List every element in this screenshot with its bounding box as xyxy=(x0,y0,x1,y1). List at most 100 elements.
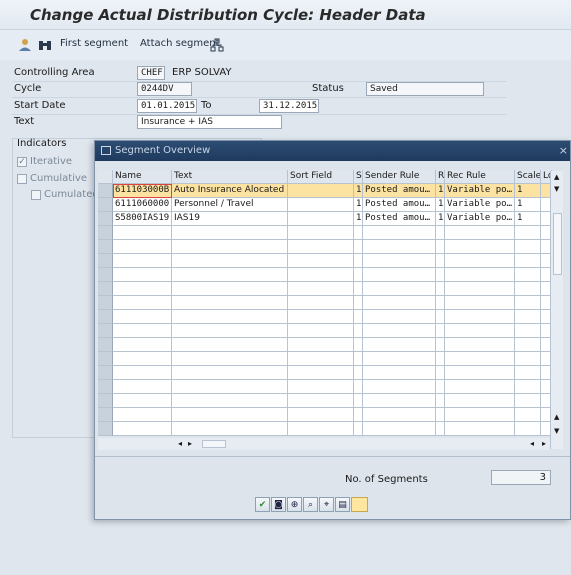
select-all-cell[interactable] xyxy=(98,170,113,184)
empty-cell[interactable] xyxy=(288,422,354,436)
text-field[interactable]: Insurance + IAS xyxy=(137,115,282,129)
name-cell[interactable]: 611103000B xyxy=(113,184,172,198)
empty-cell[interactable] xyxy=(172,324,288,338)
row-selector[interactable] xyxy=(98,366,113,380)
empty-cell[interactable] xyxy=(436,422,445,436)
empty-cell[interactable] xyxy=(354,338,363,352)
empty-cell[interactable] xyxy=(288,254,354,268)
empty-cell[interactable] xyxy=(363,282,436,296)
column-header[interactable]: Sort Field xyxy=(288,170,354,184)
empty-cell[interactable] xyxy=(436,310,445,324)
empty-cell[interactable] xyxy=(515,310,541,324)
name-cell[interactable]: 6111060000 xyxy=(113,198,172,212)
empty-cell[interactable] xyxy=(445,310,515,324)
s-cell[interactable]: 1 xyxy=(354,212,363,226)
scroll-right-icon[interactable]: ▸ xyxy=(188,439,192,448)
empty-cell[interactable] xyxy=(172,240,288,254)
empty-cell[interactable] xyxy=(354,310,363,324)
empty-cell[interactable] xyxy=(363,324,436,338)
empty-cell[interactable] xyxy=(113,408,172,422)
empty-cell[interactable] xyxy=(288,310,354,324)
row-selector[interactable] xyxy=(98,324,113,338)
empty-cell[interactable] xyxy=(172,338,288,352)
empty-cell[interactable] xyxy=(515,296,541,310)
empty-cell[interactable] xyxy=(515,394,541,408)
empty-cell[interactable] xyxy=(363,268,436,282)
empty-cell[interactable] xyxy=(445,226,515,240)
empty-cell[interactable] xyxy=(288,226,354,240)
r-cell[interactable]: 1 xyxy=(436,212,445,226)
empty-cell[interactable] xyxy=(515,282,541,296)
cumulated-checkbox[interactable]: Cumulated xyxy=(31,189,99,200)
empty-cell[interactable] xyxy=(113,310,172,324)
find-icon[interactable]: ⌕ xyxy=(303,497,318,512)
empty-cell[interactable] xyxy=(288,380,354,394)
text-cell[interactable]: IAS19 xyxy=(172,212,288,226)
empty-cell[interactable] xyxy=(172,226,288,240)
find-next-icon[interactable]: ⌖ xyxy=(319,497,334,512)
empty-cell[interactable] xyxy=(363,338,436,352)
sort-field-cell[interactable] xyxy=(288,184,354,198)
empty-cell[interactable] xyxy=(363,380,436,394)
column-header[interactable]: Name xyxy=(113,170,172,184)
attach-segment-button[interactable]: Attach segment xyxy=(140,38,220,49)
row-selector[interactable] xyxy=(98,408,113,422)
empty-cell[interactable] xyxy=(445,254,515,268)
empty-cell[interactable] xyxy=(288,240,354,254)
empty-cell[interactable] xyxy=(172,254,288,268)
status-field[interactable]: Saved xyxy=(366,82,484,96)
empty-cell[interactable] xyxy=(445,324,515,338)
scale-cell[interactable]: 1 xyxy=(515,184,541,198)
cycle-field[interactable]: 0244DV xyxy=(137,82,192,96)
row-selector[interactable] xyxy=(98,422,113,436)
empty-cell[interactable] xyxy=(172,422,288,436)
row-selector[interactable] xyxy=(98,394,113,408)
empty-cell[interactable] xyxy=(363,226,436,240)
empty-cell[interactable] xyxy=(515,352,541,366)
scale-cell[interactable]: 1 xyxy=(515,212,541,226)
empty-cell[interactable] xyxy=(445,422,515,436)
empty-cell[interactable] xyxy=(172,268,288,282)
start-date-field[interactable]: 01.01.2015 xyxy=(137,99,197,113)
empty-cell[interactable] xyxy=(172,380,288,394)
scale-cell[interactable]: 1 xyxy=(515,198,541,212)
empty-cell[interactable] xyxy=(436,408,445,422)
empty-cell[interactable] xyxy=(288,296,354,310)
empty-cell[interactable] xyxy=(515,366,541,380)
empty-cell[interactable] xyxy=(354,422,363,436)
row-selector[interactable] xyxy=(98,212,113,226)
empty-cell[interactable] xyxy=(363,394,436,408)
sender-rule-cell[interactable]: Posted amou… xyxy=(363,184,436,198)
controlling-area-field[interactable]: CHEF xyxy=(137,66,165,80)
magnifier-icon[interactable]: ⊕ xyxy=(287,497,302,512)
empty-cell[interactable] xyxy=(288,324,354,338)
text-cell[interactable]: Auto Insurance Alocated xyxy=(172,184,288,198)
empty-cell[interactable] xyxy=(436,282,445,296)
sender-rule-cell[interactable]: Posted amou… xyxy=(363,198,436,212)
empty-cell[interactable] xyxy=(445,296,515,310)
empty-cell[interactable] xyxy=(515,226,541,240)
empty-cell[interactable] xyxy=(288,366,354,380)
row-selector[interactable] xyxy=(98,198,113,212)
empty-cell[interactable] xyxy=(363,296,436,310)
empty-cell[interactable] xyxy=(436,268,445,282)
empty-cell[interactable] xyxy=(172,394,288,408)
empty-cell[interactable] xyxy=(172,296,288,310)
empty-cell[interactable] xyxy=(113,226,172,240)
empty-cell[interactable] xyxy=(515,268,541,282)
empty-cell[interactable] xyxy=(363,408,436,422)
empty-cell[interactable] xyxy=(354,408,363,422)
empty-cell[interactable] xyxy=(288,338,354,352)
empty-cell[interactable] xyxy=(172,352,288,366)
empty-cell[interactable] xyxy=(354,282,363,296)
scroll-left-icon[interactable]: ◂ xyxy=(178,439,182,448)
row-selector[interactable] xyxy=(98,380,113,394)
empty-cell[interactable] xyxy=(436,254,445,268)
empty-cell[interactable] xyxy=(172,282,288,296)
empty-cell[interactable] xyxy=(288,408,354,422)
row-selector[interactable] xyxy=(98,352,113,366)
rec-rule-cell[interactable]: Variable po… xyxy=(445,198,515,212)
scroll-left-icon[interactable]: ◂ xyxy=(530,439,534,448)
column-header[interactable]: Scale xyxy=(515,170,541,184)
empty-cell[interactable] xyxy=(113,366,172,380)
